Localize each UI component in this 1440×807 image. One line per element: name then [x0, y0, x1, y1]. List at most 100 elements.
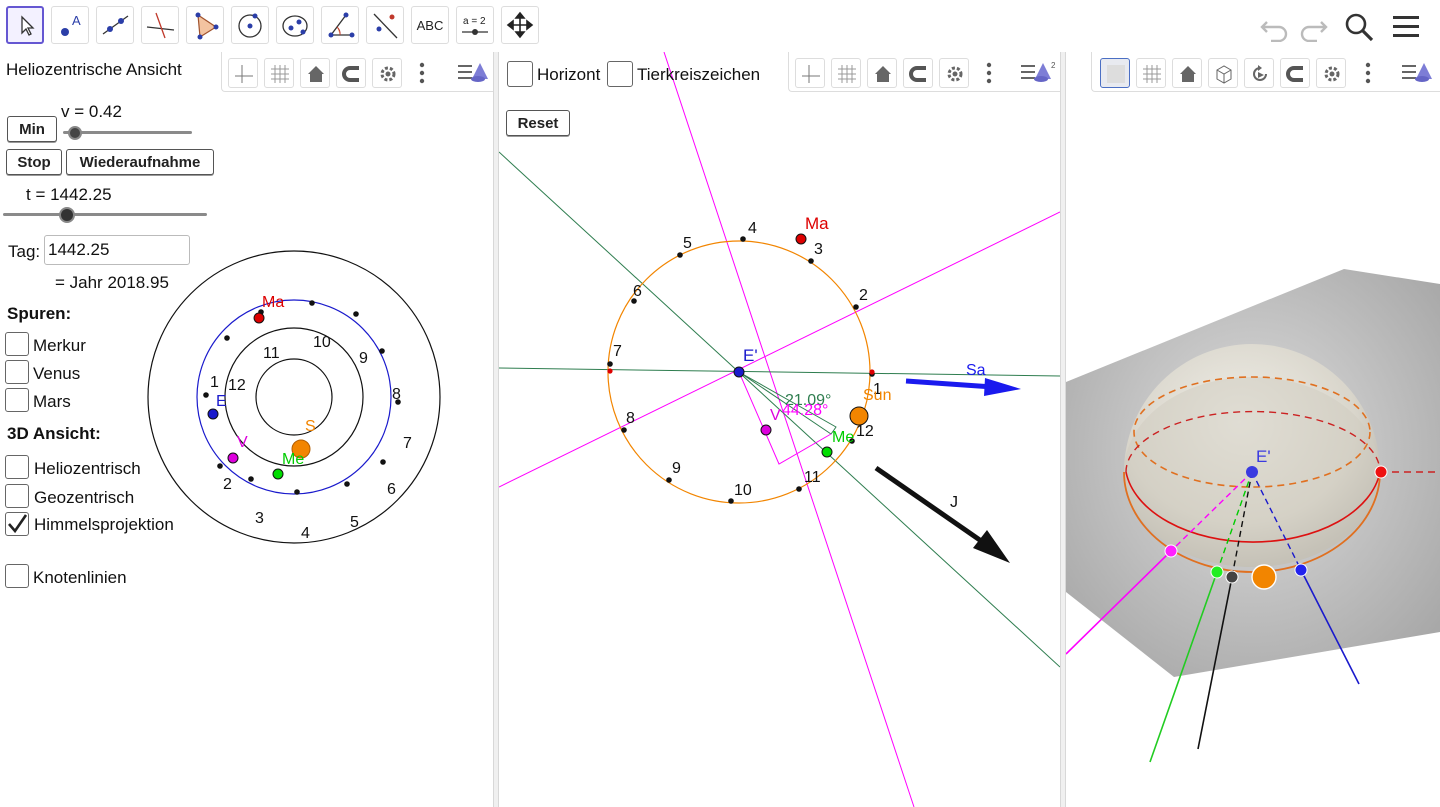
sky-projection-3d[interactable]: E'	[1066, 52, 1440, 807]
move-tool-button[interactable]	[6, 6, 44, 44]
svg-text:7: 7	[613, 343, 622, 360]
home-button-middle[interactable]	[867, 58, 897, 88]
mars-dot-geo[interactable]	[795, 233, 807, 245]
snap-button-middle[interactable]	[903, 58, 933, 88]
style-menu-icon[interactable]	[1402, 62, 1436, 84]
grid-icon	[271, 65, 289, 83]
node-lines-checkbox[interactable]	[5, 564, 29, 588]
text-tool-button[interactable]: ABC	[411, 6, 449, 44]
move-graphics-tool-button[interactable]	[501, 6, 539, 44]
hamburger-menu-icon[interactable]	[1391, 13, 1421, 41]
settings-button-3d[interactable]	[1316, 58, 1346, 88]
redo-icon[interactable]	[1297, 12, 1329, 42]
svg-text:2: 2	[859, 287, 868, 304]
venus-label: V	[237, 434, 248, 451]
reset-button[interactable]: Reset	[506, 110, 570, 136]
home-button[interactable]	[300, 58, 330, 88]
venus-dot[interactable]	[227, 452, 239, 464]
dark-point-3d[interactable]	[1225, 570, 1239, 584]
slider-tool-button[interactable]: a = 2	[456, 6, 494, 44]
rotate-icon	[1253, 65, 1267, 81]
earth-dot-3d[interactable]	[1246, 466, 1258, 478]
mercury-track-checkbox[interactable]	[5, 332, 29, 356]
reflect-tool-button[interactable]	[366, 6, 404, 44]
style-menu-icon[interactable]: 2	[1021, 60, 1057, 84]
resume-button[interactable]: Wiederaufnahme	[66, 149, 214, 175]
svg-text:a = 2: a = 2	[463, 16, 486, 27]
magenta-line-1	[663, 52, 915, 807]
cursor-arrow-icon	[21, 15, 35, 36]
svg-text:3: 3	[814, 241, 823, 258]
ellipse-icon	[282, 15, 308, 37]
more-vertical-icon[interactable]	[418, 62, 426, 84]
undo-icon[interactable]	[1259, 12, 1291, 42]
sun-dot-geo[interactable]	[849, 406, 869, 426]
toggle-plane-button[interactable]	[1100, 58, 1130, 88]
stop-button[interactable]: Stop	[6, 149, 62, 175]
angle-tool-button[interactable]	[321, 6, 359, 44]
v-slider-knob[interactable]	[67, 126, 82, 140]
mercury-point-3d[interactable]	[1210, 565, 1224, 579]
t-slider-track[interactable]	[3, 213, 207, 216]
more-vertical-icon[interactable]	[985, 62, 993, 84]
search-icon[interactable]	[1343, 11, 1375, 43]
venus-track-label: Venus	[33, 364, 81, 383]
sky-projection-checkbox[interactable]	[5, 512, 29, 536]
gear-icon	[1324, 66, 1340, 82]
tierkreis-checkbox[interactable]	[607, 61, 633, 87]
settings-button[interactable]	[372, 58, 402, 88]
settings-button-middle[interactable]	[939, 58, 969, 88]
gear-icon	[947, 66, 963, 82]
svg-text:8: 8	[392, 386, 401, 403]
venus-dot-geo[interactable]	[760, 424, 772, 436]
grid-toggle[interactable]	[264, 58, 294, 88]
venus-track-checkbox[interactable]	[5, 360, 29, 384]
snap-button[interactable]	[336, 58, 366, 88]
more-vertical-icon[interactable]	[1364, 62, 1372, 84]
svg-text:6: 6	[633, 283, 642, 300]
line-tool-button[interactable]	[96, 6, 134, 44]
snap-button-3d[interactable]	[1280, 58, 1310, 88]
home-button-3d[interactable]	[1172, 58, 1202, 88]
saturn-arrow-line	[905, 378, 994, 390]
venus-point-3d[interactable]	[1164, 544, 1178, 558]
axes-toggle-middle[interactable]	[795, 58, 825, 88]
rotate-view-button[interactable]	[1244, 58, 1274, 88]
earth-label-geo: E'	[743, 346, 758, 365]
v-slider-track[interactable]	[63, 131, 192, 134]
earth-dot[interactable]	[207, 408, 219, 420]
heliocentric-checkbox[interactable]	[5, 455, 29, 479]
min-button[interactable]: Min	[7, 116, 57, 142]
point-tool-button[interactable]: A	[51, 6, 89, 44]
grid-toggle-3d[interactable]	[1136, 58, 1166, 88]
red-point-3d[interactable]	[1374, 465, 1388, 479]
mercury-track-label: Merkur	[33, 336, 86, 355]
view-cube-button[interactable]	[1208, 58, 1238, 88]
style-menu-icon[interactable]	[458, 62, 490, 84]
geocentric-diagram[interactable]: 1 2 3 4 5 6 7 8 9 10 11 12 21.09° 44.28°…	[499, 52, 1060, 807]
mars-track-checkbox[interactable]	[5, 388, 29, 412]
perpendicular-tool-button[interactable]	[141, 6, 179, 44]
earth-dot-geo[interactable]	[733, 366, 745, 378]
reflect-line-icon	[373, 13, 398, 39]
circle-tool-button[interactable]	[231, 6, 269, 44]
mercury-dot-geo[interactable]	[821, 446, 833, 458]
axes-toggle[interactable]	[228, 58, 258, 88]
sun-point-3d[interactable]	[1251, 564, 1277, 590]
mercury-dot[interactable]	[272, 468, 284, 480]
circle-icon	[238, 13, 262, 38]
checkmark-icon	[8, 514, 28, 534]
t-slider-knob[interactable]	[59, 207, 76, 223]
blue-point-3d[interactable]	[1294, 563, 1308, 577]
mars-dot[interactable]	[253, 312, 265, 324]
grid-toggle-middle[interactable]	[831, 58, 861, 88]
earth-label: E	[216, 393, 227, 410]
geocentric-checkbox[interactable]	[5, 484, 29, 508]
plane-icon	[1107, 65, 1125, 83]
heliocentric-diagram[interactable]: 1 2 3 4 5 6 7 8 9 10 11 12 S Me V E Ma	[140, 242, 450, 562]
geo-panel: 1 2 3 4 5 6 7 8 9 10 11 12 21.09° 44.28°…	[499, 52, 1060, 807]
view3d-heading: 3D Ansicht:	[7, 424, 101, 443]
ellipse-tool-button[interactable]	[276, 6, 314, 44]
polygon-tool-button[interactable]	[186, 6, 224, 44]
horizont-checkbox[interactable]	[507, 61, 533, 87]
